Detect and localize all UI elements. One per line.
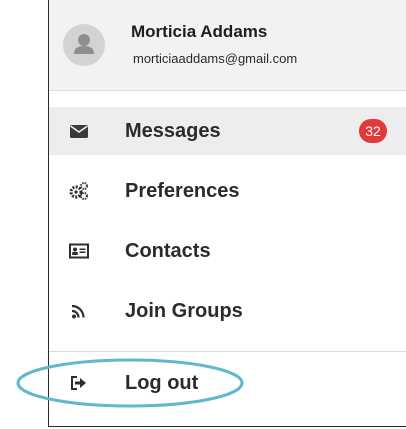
- menu-divider: [49, 351, 406, 352]
- unread-count-badge: 32: [359, 119, 387, 143]
- menu-item-preferences[interactable]: Preferences: [49, 167, 406, 215]
- sign-out-icon: [71, 376, 86, 390]
- user-name: Morticia Addams: [131, 22, 268, 41]
- account-dropdown-menu: Morticia Addams morticiaaddams@gmail.com…: [48, 0, 406, 427]
- menu-item-join-groups[interactable]: Join Groups: [49, 287, 406, 335]
- menu-item-label: Preferences: [125, 180, 240, 202]
- menu-item-label: Contacts: [125, 240, 211, 262]
- profile-header: Morticia Addams morticiaaddams@gmail.com: [49, 0, 406, 91]
- menu-item-log-out[interactable]: Log out: [49, 359, 406, 407]
- menu-item-contacts[interactable]: Contacts: [49, 227, 406, 275]
- menu-item-label: Messages: [125, 120, 221, 142]
- contact-card-icon: [69, 243, 89, 259]
- menu-item-label: Join Groups: [125, 300, 243, 322]
- menu-item-messages[interactable]: Messages 32: [49, 107, 406, 155]
- envelope-icon: [70, 125, 88, 138]
- user-silhouette-icon: [74, 34, 94, 54]
- menu-item-label: Log out: [125, 372, 199, 394]
- avatar: [63, 24, 105, 66]
- gears-icon: [69, 182, 88, 200]
- rss-feed-icon: [71, 304, 85, 319]
- user-email: morticiaaddams@gmail.com: [133, 51, 298, 66]
